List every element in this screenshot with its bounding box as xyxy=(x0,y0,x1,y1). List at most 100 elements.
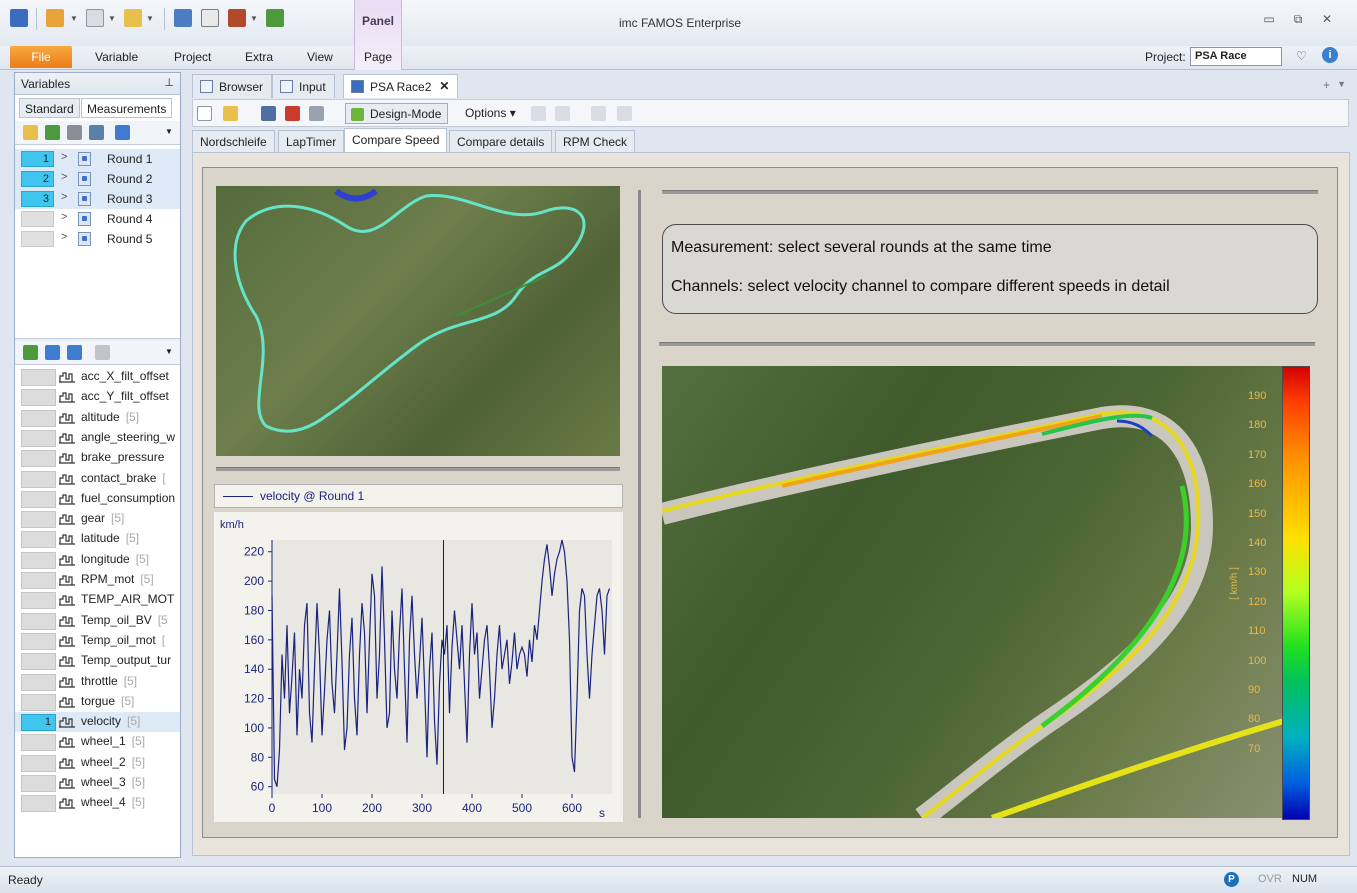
channel-item[interactable]: altitude [5] xyxy=(15,408,180,428)
channel-item[interactable]: wheel_4 [5] xyxy=(15,793,180,813)
menu-view[interactable]: View xyxy=(307,50,333,64)
channel-item[interactable]: latitude [5] xyxy=(15,529,180,549)
channel-index[interactable] xyxy=(21,490,56,508)
expand-chevron-icon[interactable]: > xyxy=(61,171,67,183)
channel-index[interactable] xyxy=(21,693,56,711)
channel-index[interactable] xyxy=(21,551,56,569)
round-index[interactable]: 2 xyxy=(21,171,54,187)
round-index[interactable]: 3 xyxy=(21,191,54,207)
expand-chevron-icon[interactable]: > xyxy=(61,191,67,203)
pdf-icon[interactable] xyxy=(285,106,300,121)
round-item[interactable]: > Round 5 xyxy=(15,229,180,249)
round-item[interactable]: 2 > Round 2 xyxy=(15,169,180,189)
image-icon[interactable] xyxy=(23,345,38,360)
channel-index[interactable] xyxy=(21,653,56,671)
menu-page[interactable]: Page xyxy=(364,50,392,64)
export-icon[interactable] xyxy=(617,106,632,121)
channel-index[interactable] xyxy=(21,511,56,529)
image-icon[interactable] xyxy=(45,125,60,140)
channel-item[interactable]: gear [5] xyxy=(15,509,180,529)
channel-index[interactable] xyxy=(21,734,56,752)
channel-item[interactable]: wheel_3 [5] xyxy=(15,773,180,793)
channel-index[interactable] xyxy=(21,754,56,772)
pin-icon[interactable]: ⊥ xyxy=(164,76,174,89)
expand-chevron-icon[interactable]: > xyxy=(61,151,67,163)
undo-icon[interactable] xyxy=(531,106,546,121)
ribbon-collapse-icon[interactable]: ♡ xyxy=(1296,49,1307,63)
options-menu-button[interactable]: Options ▾ xyxy=(465,106,516,120)
tab-compare-details[interactable]: Compare details xyxy=(449,130,553,153)
open-icon[interactable] xyxy=(223,106,238,121)
panel-icon[interactable] xyxy=(174,9,192,27)
checklist-icon[interactable] xyxy=(201,9,219,27)
channel-item[interactable]: RPM_mot [5] xyxy=(15,570,180,590)
channel-item[interactable]: Temp_oil_BV [5 xyxy=(15,611,180,631)
save-icon[interactable] xyxy=(261,106,276,121)
chevron-down-icon[interactable]: ▼ xyxy=(165,127,173,136)
channel-item[interactable]: throttle [5] xyxy=(15,672,180,692)
channel-index[interactable] xyxy=(21,429,56,447)
round-item[interactable]: > Round 4 xyxy=(15,209,180,229)
tab-input[interactable]: Input xyxy=(272,74,335,98)
channel-item[interactable]: angle_steering_w xyxy=(15,428,180,448)
channel-item[interactable]: fuel_consumption xyxy=(15,489,180,509)
tab-laptimer[interactable]: LapTimer xyxy=(278,130,345,153)
channel-index[interactable] xyxy=(21,612,56,630)
close-tab-icon[interactable]: ✕ xyxy=(439,79,449,93)
tab-nordschleife[interactable]: Nordschleife xyxy=(192,130,275,153)
tab-compare-speed[interactable]: Compare Speed xyxy=(344,128,448,153)
channel-index[interactable] xyxy=(21,632,56,650)
new-page-icon[interactable] xyxy=(197,106,212,121)
channel-item[interactable]: wheel_2 [5] xyxy=(15,753,180,773)
channel-index[interactable] xyxy=(21,409,56,427)
project-field[interactable]: PSA Race xyxy=(1190,47,1282,66)
chevron-down-icon[interactable]: ▼ xyxy=(250,14,258,23)
channel-item[interactable]: brake_pressure xyxy=(15,448,180,468)
chevron-down-icon[interactable]: ▼ xyxy=(108,14,116,23)
channel-index[interactable] xyxy=(21,673,56,691)
page-icon[interactable] xyxy=(555,106,570,121)
channel-item[interactable]: acc_X_filt_offset xyxy=(15,367,180,387)
presentation-icon[interactable]: P xyxy=(1224,872,1239,887)
channel-item[interactable]: 1 velocity [5] xyxy=(15,712,180,733)
import-icon[interactable] xyxy=(591,106,606,121)
round-index[interactable] xyxy=(21,231,54,247)
new-icon[interactable] xyxy=(46,9,64,27)
channel-item[interactable]: longitude [5] xyxy=(15,550,180,570)
tab-standard[interactable]: Standard xyxy=(19,98,80,118)
image-icon[interactable] xyxy=(266,9,284,27)
channel-index[interactable] xyxy=(21,389,56,407)
add-tab-icon[interactable]: + xyxy=(1323,78,1330,92)
channel-index[interactable] xyxy=(21,775,56,792)
sort-descending-icon[interactable] xyxy=(67,345,82,360)
tab-rpm-check[interactable]: RPM Check xyxy=(555,130,636,153)
document-icon[interactable] xyxy=(86,9,104,27)
close-icon[interactable]: ✕ xyxy=(1318,12,1336,26)
chevron-down-icon[interactable]: ▼ xyxy=(146,14,154,23)
expand-chevron-icon[interactable]: > xyxy=(61,231,67,243)
channel-index[interactable] xyxy=(21,450,56,468)
filter-icon[interactable] xyxy=(95,345,110,360)
round-item[interactable]: 3 > Round 3 xyxy=(15,189,180,209)
channel-index[interactable] xyxy=(21,369,56,386)
tab-psa-race2[interactable]: PSA Race2 ✕ xyxy=(343,74,459,98)
channel-item[interactable]: Temp_output_tur xyxy=(15,651,180,671)
channel-index[interactable] xyxy=(21,470,56,488)
file-tab[interactable]: File xyxy=(10,46,72,68)
chart-icon[interactable] xyxy=(228,9,246,27)
tab-measurements[interactable]: Measurements xyxy=(81,98,173,118)
expand-chevron-icon[interactable]: > xyxy=(61,211,67,223)
tab-browser[interactable]: Browser xyxy=(192,74,273,98)
delete-all-icon[interactable] xyxy=(89,125,104,140)
sort-ascending-icon[interactable] xyxy=(45,345,60,360)
sort-icon[interactable] xyxy=(115,125,130,140)
channel-item[interactable]: Temp_oil_mot [ xyxy=(15,631,180,651)
channel-index[interactable] xyxy=(21,572,56,589)
design-mode-button[interactable]: Design-Mode xyxy=(345,103,449,124)
channel-index[interactable] xyxy=(21,592,56,610)
channel-item[interactable]: TEMP_AIR_MOT xyxy=(15,590,180,610)
print-icon[interactable] xyxy=(309,106,324,121)
channel-item[interactable]: contact_brake [ xyxy=(15,469,180,489)
round-index[interactable]: 1 xyxy=(21,151,54,167)
chevron-down-icon[interactable]: ▼ xyxy=(70,14,78,23)
